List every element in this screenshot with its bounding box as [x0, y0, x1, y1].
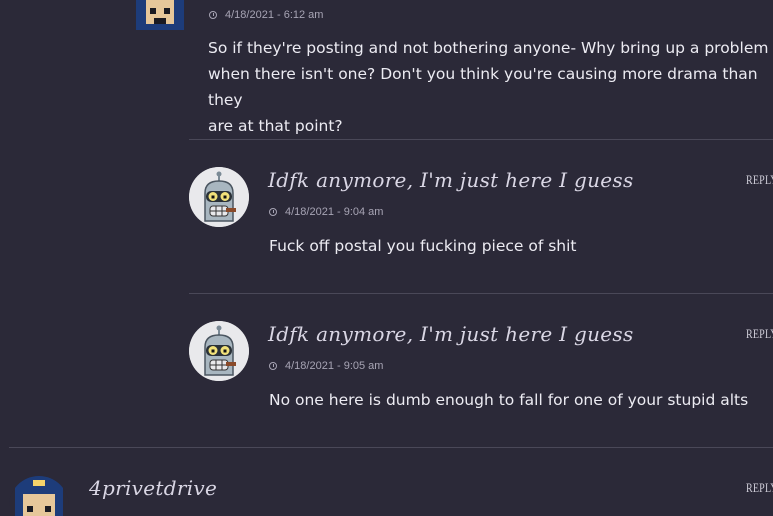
- robot-avatar-icon[interactable]: [189, 321, 249, 381]
- comment-timestamp: 4/18/2021 - 9:04 am: [269, 206, 383, 218]
- comment-body: Fuck off postal you fucking piece of shi…: [269, 237, 577, 255]
- comment-body-line: So if they're posting and not bothering …: [208, 39, 769, 57]
- reply-button[interactable]: REPLY: [746, 174, 773, 188]
- comment-author[interactable]: Idfk anymore, I'm just here I guess: [268, 322, 634, 346]
- clock-icon: [269, 208, 277, 216]
- pixel-character-avatar-icon[interactable]: [132, 0, 188, 30]
- comment-body-line: are at that point?: [208, 117, 343, 135]
- comment-divider: [189, 293, 773, 294]
- robot-avatar-icon[interactable]: [189, 167, 249, 227]
- comment-divider: [9, 447, 773, 448]
- comment-divider: [189, 139, 773, 140]
- comment-timestamp: 4/18/2021 - 9:05 am: [269, 360, 383, 372]
- clock-icon: [209, 11, 217, 19]
- comment-timestamp: 4/18/2021 - 6:12 am: [209, 9, 323, 21]
- comment-body: No one here is dumb enough to fall for o…: [269, 391, 749, 409]
- comment-author[interactable]: 4privetdrive: [89, 476, 217, 500]
- reply-button[interactable]: REPLY: [746, 482, 773, 496]
- comment-author[interactable]: Idfk anymore, I'm just here I guess: [268, 168, 634, 192]
- comment-body: So if they're posting and not bothering …: [208, 35, 773, 139]
- comment-body-line: when there isn't one? Don't you think yo…: [208, 65, 758, 109]
- reply-button[interactable]: REPLY: [746, 328, 773, 342]
- pixel-character-avatar-icon[interactable]: [9, 476, 69, 516]
- clock-icon: [269, 362, 277, 370]
